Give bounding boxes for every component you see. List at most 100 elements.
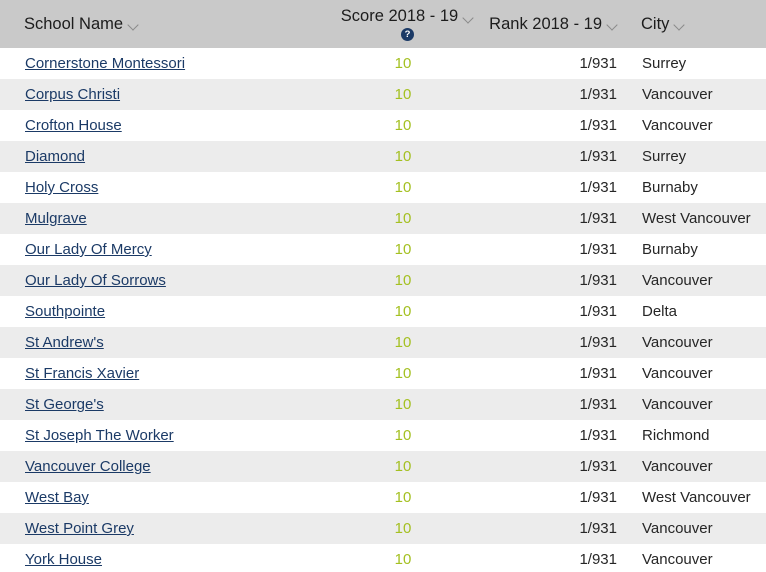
- column-header-city-label: City: [641, 14, 670, 33]
- table-row: Diamond 10 1/931 Surrey: [0, 141, 766, 172]
- school-name-link[interactable]: St Joseph The Worker: [25, 427, 174, 444]
- cell-rank: 1/931: [579, 272, 617, 289]
- school-name-link[interactable]: Vancouver College: [25, 458, 151, 475]
- cell-rank: 1/931: [579, 86, 617, 103]
- school-name-link[interactable]: West Point Grey: [25, 520, 134, 537]
- cell-school-name: St Francis Xavier: [0, 358, 330, 389]
- cell-score: 10: [394, 86, 412, 103]
- cell-score: 10: [394, 241, 412, 258]
- table-row: West Point Grey 10 1/931 Vancouver: [0, 513, 766, 544]
- cell-school-name: Southpointe: [0, 296, 330, 327]
- cell-city: Burnaby: [642, 179, 698, 196]
- table-row: Holy Cross 10 1/931 Burnaby: [0, 172, 766, 203]
- table-row: St Andrew's 10 1/931 Vancouver: [0, 327, 766, 358]
- table-row: St Francis Xavier 10 1/931 Vancouver: [0, 358, 766, 389]
- cell-school-name: Mulgrave: [0, 203, 330, 234]
- cell-rank: 1/931: [579, 427, 617, 444]
- cell-score: 10: [394, 458, 412, 475]
- cell-school-name: Our Lady Of Mercy: [0, 234, 330, 265]
- table-header-row: School Name Score 2018 - 19 ? Rank 2018 …: [0, 0, 766, 48]
- cell-score: 10: [394, 117, 412, 134]
- cell-school-name: Our Lady Of Sorrows: [0, 265, 330, 296]
- column-header-city[interactable]: City: [621, 0, 766, 48]
- cell-score: 10: [394, 365, 412, 382]
- chevron-down-icon[interactable]: [128, 21, 139, 28]
- cell-score: 10: [394, 179, 412, 196]
- school-name-link[interactable]: Our Lady Of Mercy: [25, 241, 152, 258]
- cell-school-name: Holy Cross: [0, 172, 330, 203]
- cell-rank: 1/931: [579, 179, 617, 196]
- table-row: Vancouver College 10 1/931 Vancouver: [0, 451, 766, 482]
- cell-school-name: St Andrew's: [0, 327, 330, 358]
- cell-score: 10: [394, 427, 412, 444]
- cell-city: Surrey: [642, 148, 687, 165]
- cell-rank: 1/931: [579, 55, 617, 72]
- cell-city: Delta: [642, 303, 678, 320]
- cell-rank: 1/931: [579, 210, 617, 227]
- cell-score: 10: [394, 55, 412, 72]
- school-name-link[interactable]: St Andrew's: [25, 334, 104, 351]
- cell-city: Vancouver: [642, 520, 713, 537]
- school-name-link[interactable]: Crofton House: [25, 117, 122, 134]
- cell-rank: 1/931: [579, 117, 617, 134]
- cell-score: 10: [394, 210, 412, 227]
- cell-city: Vancouver: [642, 117, 713, 134]
- table-row: Mulgrave 10 1/931 West Vancouver: [0, 203, 766, 234]
- table-body: Cornerstone Montessori 10 1/931 Surrey Corpu…: [0, 48, 766, 572]
- cell-school-name: West Point Grey: [0, 513, 330, 544]
- cell-school-name: St Joseph The Worker: [0, 420, 330, 451]
- table-row: St George's 10 1/931 Vancouver: [0, 389, 766, 420]
- cell-score: 10: [394, 489, 412, 506]
- cell-city: Vancouver: [642, 396, 713, 413]
- school-rankings-panel: School Name Score 2018 - 19 ? Rank 2018 …: [0, 0, 766, 572]
- cell-city: Vancouver: [642, 551, 713, 568]
- cell-score: 10: [394, 520, 412, 537]
- school-name-link[interactable]: Cornerstone Montessori: [25, 55, 185, 72]
- chevron-down-icon[interactable]: [463, 14, 474, 21]
- cell-score: 10: [394, 272, 412, 289]
- cell-rank: 1/931: [579, 396, 617, 413]
- cell-city: West Vancouver: [642, 489, 751, 506]
- school-name-link[interactable]: St Francis Xavier: [25, 365, 139, 382]
- cell-rank: 1/931: [579, 365, 617, 382]
- cell-rank: 1/931: [579, 551, 617, 568]
- cell-rank: 1/931: [579, 489, 617, 506]
- column-header-score-label: Score 2018 - 19: [340, 7, 459, 26]
- cell-rank: 1/931: [579, 334, 617, 351]
- cell-city: Vancouver: [642, 86, 713, 103]
- table-header: School Name Score 2018 - 19 ? Rank 2018 …: [0, 0, 766, 48]
- cell-city: Vancouver: [642, 334, 713, 351]
- school-name-link[interactable]: Our Lady Of Sorrows: [25, 272, 166, 289]
- school-name-link[interactable]: St George's: [25, 396, 104, 413]
- school-name-link[interactable]: Diamond: [25, 148, 85, 165]
- table-row: St Joseph The Worker 10 1/931 Richmond: [0, 420, 766, 451]
- column-header-school-name-label: School Name: [24, 14, 124, 33]
- school-name-link[interactable]: York House: [25, 551, 102, 568]
- question-mark-circle-icon[interactable]: ?: [400, 27, 414, 41]
- column-header-rank-label: Rank 2018 - 19: [489, 14, 602, 33]
- cell-school-name: Vancouver College: [0, 451, 330, 482]
- cell-school-name: Cornerstone Montessori: [0, 48, 330, 79]
- chevron-down-icon[interactable]: [607, 21, 618, 28]
- column-header-score[interactable]: Score 2018 - 19 ?: [330, 0, 485, 48]
- cell-city: West Vancouver: [642, 210, 751, 227]
- column-header-rank[interactable]: Rank 2018 - 19: [485, 0, 621, 48]
- cell-score: 10: [394, 551, 412, 568]
- table-row: York House 10 1/931 Vancouver: [0, 544, 766, 572]
- cell-rank: 1/931: [579, 148, 617, 165]
- cell-school-name: Crofton House: [0, 110, 330, 141]
- school-name-link[interactable]: Mulgrave: [25, 210, 87, 227]
- chevron-down-icon[interactable]: [674, 21, 685, 28]
- column-header-school-name[interactable]: School Name: [0, 0, 330, 48]
- school-name-link[interactable]: Corpus Christi: [25, 86, 120, 103]
- school-name-link[interactable]: Southpointe: [25, 303, 105, 320]
- cell-school-name: Diamond: [0, 141, 330, 172]
- table-row: Corpus Christi 10 1/931 Vancouver: [0, 79, 766, 110]
- school-name-link[interactable]: Holy Cross: [25, 179, 98, 196]
- school-name-link[interactable]: West Bay: [25, 489, 89, 506]
- cell-rank: 1/931: [579, 303, 617, 320]
- cell-rank: 1/931: [579, 520, 617, 537]
- cell-school-name: St George's: [0, 389, 330, 420]
- school-rankings-table: School Name Score 2018 - 19 ? Rank 2018 …: [0, 0, 766, 572]
- table-row: Crofton House 10 1/931 Vancouver: [0, 110, 766, 141]
